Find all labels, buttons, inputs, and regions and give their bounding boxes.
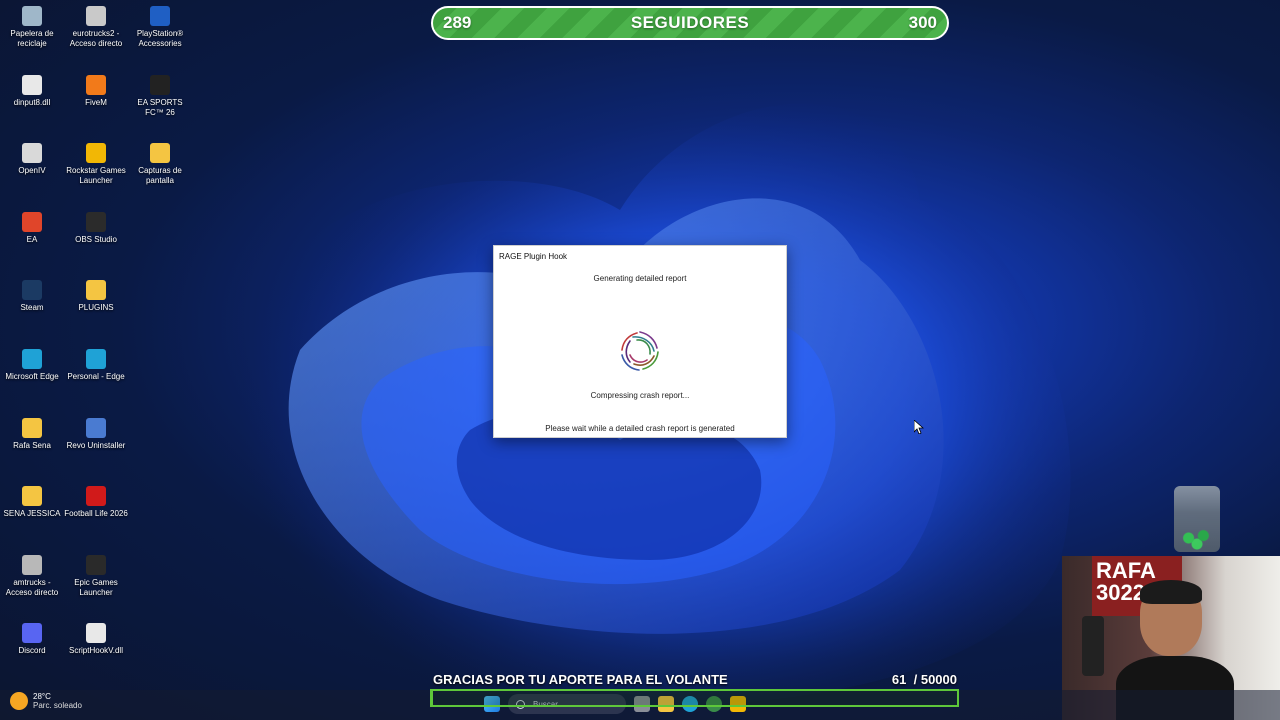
folder-icon (150, 143, 170, 164)
epic-icon (86, 554, 106, 575)
desktop-icon-label: Capturas de pantalla (138, 166, 182, 186)
desktop-icon[interactable]: Epic Games Launcher (64, 554, 128, 598)
weather-description: Parc. soleado (33, 701, 82, 710)
dialog-status-text: Compressing crash report... (590, 391, 690, 400)
desktop-icon-label: PLUGINS (78, 303, 114, 313)
crash-report-dialog[interactable]: RAGE Plugin Hook Generating detailed rep… (493, 245, 787, 438)
desktop-icon[interactable]: Football Life 2026 (64, 486, 128, 519)
obs-icon (86, 211, 106, 232)
revo-icon (86, 417, 106, 438)
desktop-icon[interactable]: Papelera de reciclaje (0, 6, 64, 49)
football-life-icon (86, 486, 106, 507)
desktop-icon-label: Papelera de reciclaje (10, 29, 54, 48)
donation-goal-amount: 61 / 50000 (892, 672, 957, 687)
donation-goal-label: GRACIAS POR TU APORTE PARA EL VOLANTE (433, 671, 728, 687)
dialog-footer-text: Please wait while a detailed crash repor… (545, 424, 735, 433)
desktop-icon-label: Discord (18, 646, 46, 656)
donation-target-amount: / 50000 (913, 671, 957, 687)
desktop-icon[interactable]: OpenIV (0, 143, 64, 176)
donation-progress-bar (430, 689, 959, 707)
desktop-icon[interactable]: Discord (0, 623, 64, 656)
desktop-icon-label: amtrucks - Acceso directo (5, 577, 59, 597)
donation-current-amount: 61 (891, 671, 907, 687)
donation-goal-text: GRACIAS POR TU APORTE PARA EL VOLANTE 61… (433, 670, 957, 688)
dialog-heading: Generating detailed report (593, 274, 687, 283)
desktop-icon[interactable]: SENA JESSICA (0, 486, 64, 519)
donation-progress-fill (432, 691, 433, 705)
desktop-icon-label: Steam (20, 303, 44, 313)
dialog-title: RAGE Plugin Hook (499, 252, 568, 261)
desktop-icon[interactable]: FiveM (64, 74, 128, 108)
desktop-icon[interactable]: EA (0, 211, 64, 245)
desktop-icon[interactable]: PlayStation® Accessories (128, 6, 192, 49)
desktop-icon-label: SENA JESSICA (3, 509, 61, 519)
desktop-icon-label: OpenIV (18, 166, 46, 176)
desktop-icon-label: ScriptHookV.dll (69, 646, 123, 656)
steam-icon (22, 280, 42, 301)
folder-icon (22, 486, 42, 507)
desktop-icon[interactable]: Personal - Edge (64, 349, 128, 382)
desktop-icon-label: EA (26, 234, 38, 244)
desktop-icon-label: dinput8.dll (13, 97, 51, 107)
loading-spinner-icon (621, 331, 659, 371)
truck-icon (86, 6, 106, 26)
ea-fc-icon (150, 74, 170, 95)
weather-temperature: 28°C (33, 692, 51, 701)
desktop-icon[interactable]: Microsoft Edge (0, 349, 64, 382)
desktop-icon[interactable]: ScriptHookV.dll (64, 623, 128, 656)
rockstar-icon (86, 143, 106, 164)
desktop-icon-label: eurotrucks2 - Acceso directo (69, 29, 123, 48)
desktop-icon-label: FiveM (85, 97, 107, 107)
ea-icon (22, 211, 42, 232)
fivem-icon (86, 74, 106, 95)
green-gems-icon (1176, 526, 1218, 550)
discord-icon (22, 623, 42, 644)
desktop-icon[interactable]: EA SPORTS FC™ 26 (128, 74, 192, 118)
file-icon (86, 623, 106, 644)
file-icon (22, 74, 42, 95)
streamer-hair (1140, 580, 1202, 604)
recycle-bin-icon (22, 6, 42, 26)
weather-sun-icon (10, 692, 28, 710)
follower-goal-label: SEGUIDORES (630, 13, 750, 32)
playstation-icon (150, 6, 170, 26)
folder-icon (22, 417, 42, 438)
microphone-icon (1082, 616, 1104, 676)
follower-current-count: 289 (443, 13, 472, 32)
desktop-icon-label: Football Life 2026 (64, 509, 128, 519)
desktop-icon[interactable]: Rockstar Games Launcher (64, 143, 128, 186)
desktop-icon[interactable]: OBS Studio (64, 211, 128, 245)
desktop-icon[interactable]: Rafa Sena (0, 417, 64, 451)
follower-goal-bar: 289 SEGUIDORES 300 (431, 6, 949, 40)
desktop-icon-label: Revo Uninstaller (66, 440, 126, 450)
gem-jar-widget (1174, 486, 1220, 552)
mouse-cursor-icon (914, 420, 924, 434)
desktop-icon-label: Rafa Sena (13, 440, 51, 450)
desktop-icon[interactable]: PLUGINS (64, 280, 128, 313)
edge-icon (22, 349, 42, 369)
edge-icon (86, 349, 106, 369)
desktop-icon-label: Microsoft Edge (5, 372, 59, 381)
folder-icon (86, 280, 106, 301)
desktop-icon[interactable]: dinput8.dll (0, 74, 64, 108)
openiv-icon (22, 143, 42, 164)
desktop-icon-label: EA SPORTS FC™ 26 (137, 97, 183, 117)
desktop-icon[interactable]: Revo Uninstaller (64, 417, 128, 451)
desktop-icon-label: OBS Studio (75, 234, 117, 244)
desktop-icon[interactable]: eurotrucks2 - Acceso directo (64, 6, 128, 49)
desktop-icon-label: Epic Games Launcher (74, 577, 118, 597)
weather-widget[interactable]: 28°C Parc. soleado (10, 692, 82, 710)
truck-icon (22, 554, 42, 575)
follower-goal-target: 300 (908, 13, 937, 32)
desktop-icon[interactable]: Capturas de pantalla (128, 143, 192, 186)
desktop-icon-label: Rockstar Games Launcher (66, 166, 126, 186)
desktop-icon[interactable]: amtrucks - Acceso directo (0, 554, 64, 598)
desktop-icon-label: Personal - Edge (67, 372, 125, 381)
dialog-close-button[interactable] (758, 246, 786, 266)
desktop-icon-label: PlayStation® Accessories (136, 29, 184, 48)
desktop-icon[interactable]: Steam (0, 280, 64, 313)
